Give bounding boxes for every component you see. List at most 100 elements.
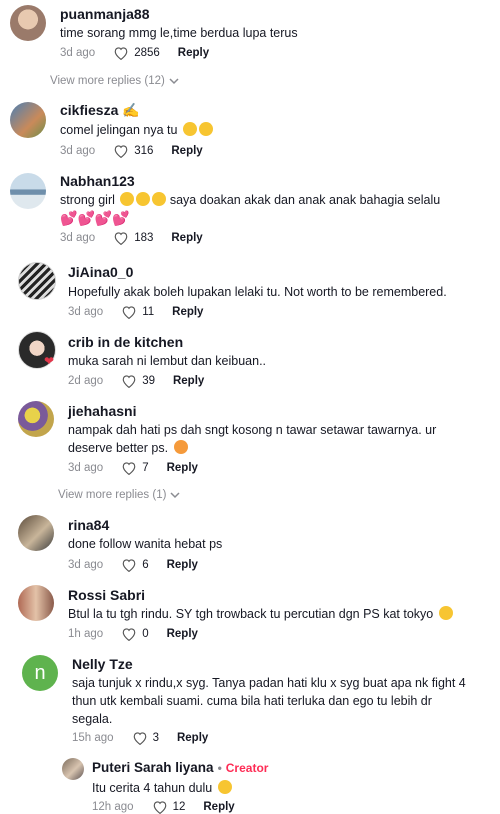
like-button[interactable]: 316	[113, 144, 153, 158]
comment-username[interactable]: Rossi Sabri	[68, 587, 145, 603]
avatar[interactable]	[18, 515, 54, 551]
heart-outline-icon	[153, 801, 166, 814]
comment-username[interactable]: crib in de kitchen	[68, 334, 183, 350]
comment-username: Puteri Sarah liyana • Creator	[92, 760, 269, 775]
comment-meta: 3d ago 183 Reply	[60, 231, 203, 245]
grin-emoji	[182, 122, 197, 136]
reply-button[interactable]: Reply	[172, 306, 203, 318]
comment-meta: 3d ago 316 Reply	[60, 144, 203, 158]
reply-button[interactable]: Reply	[178, 47, 209, 59]
heart-outline-icon	[114, 232, 128, 245]
avatar[interactable]	[10, 173, 46, 209]
comment-username[interactable]: Nabhan123	[60, 173, 135, 189]
smirk-emoji	[217, 780, 232, 794]
comment-text: done follow wanita hebat ps	[68, 537, 223, 551]
comment-meta: 1h ago 0 Reply	[68, 627, 198, 641]
reply-button[interactable]: Reply	[171, 145, 202, 157]
reply-button[interactable]: Reply	[171, 232, 202, 244]
comment-time: 15h ago	[72, 732, 114, 744]
view-more-replies[interactable]: View more replies (1)	[58, 489, 180, 501]
comment-time: 3d ago	[68, 559, 104, 571]
heart-outline-icon	[122, 559, 136, 572]
chevron-down-icon	[170, 492, 180, 499]
like-count: 3	[152, 732, 159, 744]
reply-button[interactable]: Reply	[203, 801, 234, 813]
heart-emoji: ❤	[44, 354, 55, 368]
comment-text: Itu cerita 4 tahun dulu	[92, 779, 232, 797]
like-count: 0	[142, 628, 149, 640]
creator-badge: Creator	[225, 761, 269, 775]
comment-text: strong girl saya doakan akak dan anak an…	[60, 192, 441, 207]
like-count: 6	[142, 559, 149, 571]
heart-outline-icon	[122, 375, 136, 388]
reply-button[interactable]: Reply	[167, 559, 198, 571]
reply-button[interactable]: Reply	[167, 628, 198, 640]
comment-username[interactable]: rina84	[68, 517, 109, 533]
comment-time: 3d ago	[60, 47, 96, 59]
comment-text: comel jelingan nya tu	[60, 121, 213, 139]
comment-text: muka sarah ni lembut dan keibuan..	[68, 354, 267, 368]
chevron-down-icon	[169, 78, 179, 85]
heart-outline-icon	[122, 462, 136, 475]
like-button[interactable]: 3	[132, 731, 159, 745]
avatar[interactable]: n	[22, 655, 58, 691]
kiss-emoji	[120, 192, 135, 206]
avatar[interactable]	[10, 5, 46, 41]
like-button[interactable]: 7	[121, 461, 149, 475]
comment-text: time sorang mmg le,time berdua lupa teru…	[60, 26, 298, 40]
like-count: 2856	[134, 47, 160, 59]
like-button[interactable]: 6	[121, 558, 149, 572]
comment-time: 3d ago	[60, 145, 96, 157]
comment-meta: 3d ago 11 Reply	[68, 305, 203, 319]
like-button[interactable]: 2856	[113, 46, 160, 60]
grimace-emoji	[438, 606, 453, 620]
comment-meta: 3d ago 2856 Reply	[60, 46, 209, 60]
avatar[interactable]	[18, 585, 54, 621]
avatar[interactable]	[18, 262, 56, 300]
comment-time: 3d ago	[68, 462, 104, 474]
comment-username[interactable]: puanmanja88	[60, 6, 149, 22]
avatar[interactable]	[62, 758, 84, 780]
comment-meta: 3d ago 6 Reply	[68, 558, 198, 572]
kiss-emoji	[152, 192, 167, 206]
reply-button[interactable]: Reply	[177, 732, 208, 744]
comment-text: segala.	[72, 712, 113, 726]
grin-emoji	[198, 122, 213, 136]
like-count: 7	[142, 462, 149, 474]
like-button[interactable]: 11	[121, 305, 154, 319]
like-button[interactable]: 12	[152, 800, 186, 814]
like-button[interactable]: 39	[121, 374, 155, 388]
heart-outline-icon	[133, 732, 146, 745]
like-button[interactable]: 0	[121, 627, 149, 641]
like-button[interactable]: 183	[113, 231, 153, 245]
heart-outline-icon	[114, 47, 128, 60]
comment-meta: 12h ago 12 Reply	[92, 800, 235, 814]
comment-text: nampak dah hati ps dah sngt kosong n taw…	[68, 423, 437, 437]
reply-button[interactable]: Reply	[173, 375, 204, 387]
comment-text: saja tunjuk x rindu,x syg. Tanya padan h…	[72, 676, 466, 690]
like-count: 12	[172, 801, 186, 813]
comment-text: Btul la tu tgh rindu. SY tgh trowback tu…	[68, 605, 453, 623]
avatar[interactable]	[18, 401, 54, 437]
avatar[interactable]	[10, 102, 46, 138]
reply-username[interactable]: Puteri Sarah liyana	[92, 760, 214, 775]
comment-username[interactable]: JiAina0_0	[68, 264, 133, 280]
like-count: 316	[134, 145, 154, 157]
comment-time: 3d ago	[68, 306, 104, 318]
comment-time: 2d ago	[68, 375, 104, 387]
comment-username[interactable]: cikfiesza ✍	[60, 102, 140, 119]
comment-text: deserve better ps.	[68, 439, 188, 457]
comment-username[interactable]: jiehahasni	[68, 403, 136, 419]
view-more-replies[interactable]: View more replies (12)	[50, 75, 179, 87]
heart-outline-icon	[122, 628, 136, 641]
comment-username[interactable]: Nelly Tze	[72, 656, 133, 672]
like-count: 183	[134, 232, 154, 244]
comment-text: Hopefully akak boleh lupakan lelaki tu. …	[68, 285, 447, 299]
comment-meta: 15h ago 3 Reply	[72, 731, 208, 745]
reply-button[interactable]: Reply	[167, 462, 198, 474]
comment-time: 12h ago	[92, 801, 134, 813]
comment-meta: 3d ago 7 Reply	[68, 461, 198, 475]
smiling-hearts-emoji	[173, 440, 188, 454]
comment-meta: 2d ago 39 Reply	[68, 374, 204, 388]
heart-outline-icon	[122, 306, 136, 319]
